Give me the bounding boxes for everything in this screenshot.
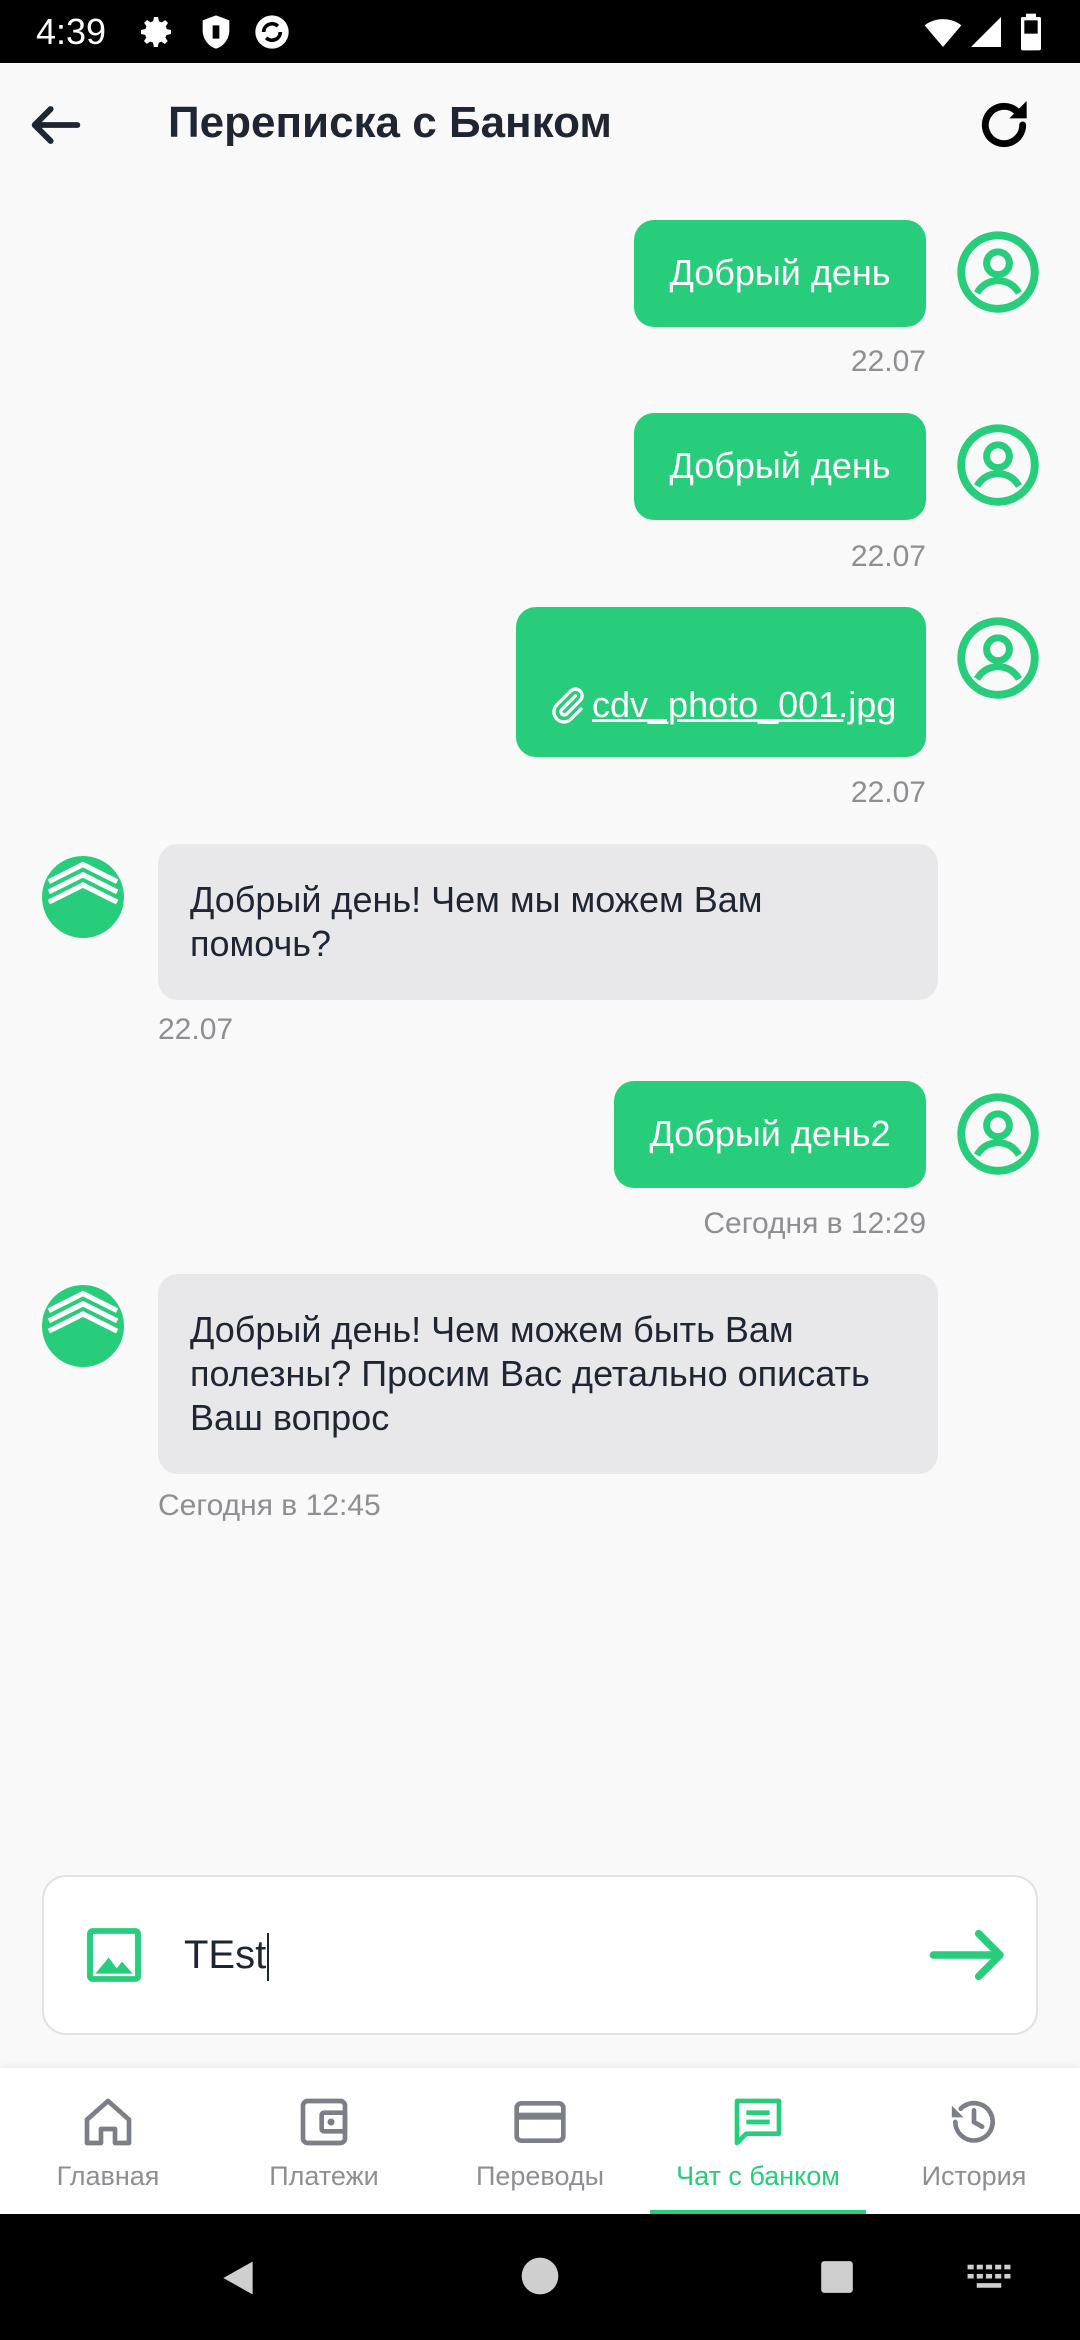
message-time: 22.07 — [850, 345, 926, 378]
shield-icon — [202, 15, 230, 49]
nav-label: Переводы — [475, 2161, 605, 2191]
history-icon — [951, 2100, 995, 2143]
status-bar: 4:39 — [0, 0, 1080, 63]
send-arrow-icon[interactable] — [928, 1923, 1008, 1987]
message-bubble-attachment[interactable]: cdv_photo_001.jpg — [516, 607, 926, 757]
message-bubble-outgoing: Добрый день — [634, 220, 926, 327]
message-text: Добрый день! Чем мы можем Вам помочь? — [190, 879, 763, 964]
battery-icon — [1021, 13, 1041, 51]
message-bubble-incoming: Добрый день! Чем можем быть Вам полезны?… — [158, 1274, 938, 1474]
message-text: Добрый день — [669, 252, 891, 293]
chat-icon — [734, 2098, 782, 2146]
message-composer: TEst — [42, 1875, 1038, 2035]
text-caret — [267, 1933, 270, 1982]
home-icon — [84, 2098, 132, 2146]
bottom-navigation: Главная Платежи Переводы Чат с банком Ис… — [0, 2068, 1080, 2214]
bank-logo-icon — [42, 1285, 124, 1367]
refresh-icon[interactable] — [972, 93, 1036, 157]
settings-icon — [141, 17, 171, 48]
attachment-link[interactable]: cdv_photo_001.jpg — [592, 683, 896, 727]
user-avatar-icon — [957, 617, 1039, 699]
user-avatar-icon — [957, 1093, 1039, 1175]
nav-item-home[interactable]: Главная — [0, 2068, 216, 2214]
system-recents-icon[interactable] — [818, 2258, 856, 2296]
bank-logo-icon — [42, 856, 124, 938]
sync-icon — [255, 15, 289, 49]
nav-item-history[interactable]: История — [866, 2068, 1080, 2214]
back-arrow-icon[interactable] — [24, 93, 88, 157]
status-time: 4:39 — [36, 11, 107, 52]
image-icon[interactable] — [82, 1923, 146, 1987]
app-bar: Переписка с Банком — [0, 63, 1080, 180]
nav-item-transfers[interactable]: Переводы — [432, 2068, 648, 2214]
wallet-icon — [300, 2098, 348, 2146]
paperclip-icon — [552, 687, 584, 724]
message-time: Сегодня в 12:29 — [703, 1207, 926, 1240]
nav-item-payments[interactable]: Платежи — [216, 2068, 432, 2214]
user-avatar-icon — [957, 424, 1039, 506]
system-back-icon[interactable] — [216, 2256, 260, 2300]
keyboard-icon[interactable] — [966, 2262, 1012, 2292]
message-time: Сегодня в 12:45 — [158, 1489, 381, 1522]
nav-item-chat[interactable]: Чат с банком — [650, 2068, 866, 2214]
message-text: Добрый день2 — [649, 1113, 891, 1154]
user-avatar-icon — [957, 231, 1039, 313]
card-icon — [514, 2101, 566, 2143]
page-title: Переписка с Банком — [168, 98, 612, 147]
message-time: 22.07 — [850, 540, 926, 573]
message-bubble-outgoing: Добрый день — [634, 413, 926, 520]
message-time: 22.07 — [158, 1013, 234, 1046]
message-text: Добрый день! Чем можем быть Вам полезны?… — [190, 1309, 870, 1438]
message-bubble-incoming: Добрый день! Чем мы можем Вам помочь? — [158, 844, 938, 1000]
signal-icon — [971, 17, 1001, 47]
nav-label: История — [921, 2161, 1027, 2191]
system-home-icon[interactable] — [520, 2256, 560, 2296]
message-time: 22.07 — [850, 776, 926, 809]
nav-label: Чат с банком — [676, 2161, 840, 2191]
nav-label: Платежи — [269, 2161, 379, 2191]
wifi-icon — [924, 19, 962, 47]
system-navigation-bar — [0, 2214, 1080, 2340]
message-text: Добрый день — [669, 445, 891, 486]
message-bubble-outgoing: Добрый день2 — [614, 1081, 926, 1188]
message-input[interactable]: TEst — [184, 1927, 270, 1983]
nav-label: Главная — [56, 2161, 160, 2191]
